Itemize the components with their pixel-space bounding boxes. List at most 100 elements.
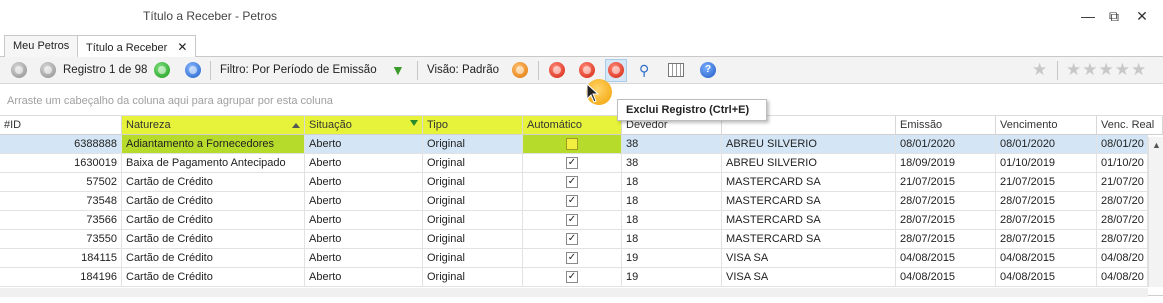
cell-natureza[interactable]: Cartão de Crédito	[122, 211, 305, 230]
checkbox[interactable]	[566, 138, 578, 150]
table-row[interactable]: 73550 Cartão de Crédito Aberto Original ✓ 18 M…	[0, 230, 1163, 249]
cell-automatico[interactable]	[523, 135, 622, 154]
close-window-button[interactable]: ✕	[1132, 6, 1152, 26]
cell-situacao[interactable]: Aberto	[305, 268, 423, 287]
column-header-tipo[interactable]: Tipo	[423, 116, 523, 135]
next-record-icon[interactable]	[154, 62, 170, 78]
cell-automatico[interactable]: ✓	[523, 154, 622, 173]
cell-emissao[interactable]: 18/09/2019	[896, 154, 996, 173]
cell-automatico[interactable]: ✓	[523, 211, 622, 230]
cell-automatico[interactable]: ✓	[523, 173, 622, 192]
column-header-automatico[interactable]: Automático	[523, 116, 622, 135]
cell-venc-real[interactable]: 08/01/20	[1097, 135, 1148, 154]
cell-tipo[interactable]: Original	[423, 230, 523, 249]
table-row[interactable]: 57502 Cartão de Crédito Aberto Original ✓ 18 M…	[0, 173, 1163, 192]
edit-record-icon[interactable]	[579, 62, 595, 78]
cell-vencimento[interactable]: 04/08/2015	[996, 268, 1097, 287]
cell-devedor-nome[interactable]: MASTERCARD SA	[722, 230, 896, 249]
checkbox[interactable]: ✓	[566, 176, 578, 188]
cell-automatico[interactable]: ✓	[523, 268, 622, 287]
cell-natureza[interactable]: Cartão de Crédito	[122, 192, 305, 211]
rating-stars[interactable]: ★★★★★	[1066, 60, 1147, 80]
column-header-venc-real[interactable]: Venc. Real	[1097, 116, 1163, 135]
cell-venc-real[interactable]: 28/07/20	[1097, 211, 1148, 230]
cell-situacao[interactable]: Aberto	[305, 211, 423, 230]
cell-venc-real[interactable]: 01/10/20	[1097, 154, 1148, 173]
cell-devedor-nome[interactable]: ABREU SILVERIO	[722, 154, 896, 173]
cell-devedor[interactable]: 19	[622, 268, 722, 287]
cell-situacao[interactable]: Aberto	[305, 154, 423, 173]
cell-venc-real[interactable]: 04/08/20	[1097, 268, 1148, 287]
cell-natureza[interactable]: Baixa de Pagamento Antecipado	[122, 154, 305, 173]
columns-icon[interactable]	[668, 63, 684, 77]
column-header-vencimento[interactable]: Vencimento	[996, 116, 1097, 135]
cell-tipo[interactable]: Original	[423, 211, 523, 230]
cell-tipo[interactable]: Original	[423, 249, 523, 268]
cell-devedor[interactable]: 38	[622, 135, 722, 154]
cell-venc-real[interactable]: 28/07/20	[1097, 192, 1148, 211]
cell-venc-real[interactable]: 21/07/20	[1097, 173, 1148, 192]
table-row[interactable]: 1630019 Baixa de Pagamento Antecipado Aber…	[0, 154, 1163, 173]
cell-vencimento[interactable]: 28/07/2015	[996, 211, 1097, 230]
table-row[interactable]: 73566 Cartão de Crédito Aberto Original ✓ 18 M…	[0, 211, 1163, 230]
cell-devedor-nome[interactable]: MASTERCARD SA	[722, 211, 896, 230]
cell-venc-real[interactable]: 04/08/20	[1097, 249, 1148, 268]
cell-id[interactable]: 1630019	[0, 154, 122, 173]
filter-label[interactable]: Filtro: Por Período de Emissão	[220, 61, 377, 80]
cell-natureza[interactable]: Cartão de Crédito	[122, 173, 305, 192]
cell-tipo[interactable]: Original	[423, 173, 523, 192]
cell-vencimento[interactable]: 08/01/2020	[996, 135, 1097, 154]
minimize-button[interactable]: —	[1078, 6, 1098, 26]
cell-devedor-nome[interactable]: VISA SA	[722, 249, 896, 268]
first-record-icon[interactable]	[11, 62, 27, 78]
checkbox[interactable]: ✓	[566, 195, 578, 207]
cell-devedor[interactable]: 38	[622, 154, 722, 173]
cell-emissao[interactable]: 04/08/2015	[896, 268, 996, 287]
cell-devedor[interactable]: 18	[622, 173, 722, 192]
cell-emissao[interactable]: 21/07/2015	[896, 173, 996, 192]
cell-devedor[interactable]: 18	[622, 211, 722, 230]
cell-id[interactable]: 73566	[0, 211, 122, 230]
cell-situacao[interactable]: Aberto	[305, 230, 423, 249]
cell-emissao[interactable]: 28/07/2015	[896, 211, 996, 230]
cell-id[interactable]: 73550	[0, 230, 122, 249]
scroll-up-icon[interactable]: ▲	[1152, 140, 1161, 150]
cell-id[interactable]: 184196	[0, 268, 122, 287]
cell-vencimento[interactable]: 01/10/2019	[996, 154, 1097, 173]
column-filter-icon[interactable]	[410, 120, 418, 126]
column-header-natureza[interactable]: Natureza	[122, 116, 305, 135]
tab-close-icon[interactable]: ✕	[177, 40, 187, 54]
cell-devedor-nome[interactable]: VISA SA	[722, 268, 896, 287]
cell-tipo[interactable]: Original	[423, 154, 523, 173]
horizontal-scrollbar[interactable]	[0, 288, 1148, 297]
cell-id[interactable]: 184115	[0, 249, 122, 268]
cell-vencimento[interactable]: 28/07/2015	[996, 192, 1097, 211]
cell-automatico[interactable]: ✓	[523, 249, 622, 268]
favorite-star-icon[interactable]: ★	[1032, 60, 1048, 80]
table-row[interactable]: 184196 Cartão de Crédito Aberto Original ✓ 19…	[0, 268, 1163, 287]
cell-natureza[interactable]: Cartão de Crédito	[122, 249, 305, 268]
add-record-icon[interactable]	[549, 62, 565, 78]
cell-situacao[interactable]: Aberto	[305, 192, 423, 211]
cell-tipo[interactable]: Original	[423, 135, 523, 154]
view-label[interactable]: Visão: Padrão	[427, 61, 499, 80]
checkbox[interactable]: ✓	[566, 214, 578, 226]
previous-record-icon[interactable]	[40, 62, 56, 78]
restore-button[interactable]: ⧉	[1104, 6, 1124, 26]
cell-vencimento[interactable]: 21/07/2015	[996, 173, 1097, 192]
cell-natureza[interactable]: Cartão de Crédito	[122, 230, 305, 249]
checkbox[interactable]: ✓	[566, 157, 578, 169]
checkbox[interactable]: ✓	[566, 252, 578, 264]
cell-devedor[interactable]: 18	[622, 192, 722, 211]
help-icon[interactable]: ?	[700, 62, 716, 78]
cell-devedor[interactable]: 19	[622, 249, 722, 268]
column-header-emissao[interactable]: Emissão	[896, 116, 996, 135]
column-header-situacao[interactable]: Situação	[305, 116, 423, 135]
cell-automatico[interactable]: ✓	[523, 192, 622, 211]
tab-titulo-a-receber[interactable]: Título a Receber ✕	[77, 35, 197, 58]
table-row[interactable]: 6388888 Adiantamento a Fornecedores Aberto…	[0, 135, 1163, 154]
cell-tipo[interactable]: Original	[423, 268, 523, 287]
cell-emissao[interactable]: 08/01/2020	[896, 135, 996, 154]
cell-id[interactable]: 57502	[0, 173, 122, 192]
cell-situacao[interactable]: Aberto	[305, 249, 423, 268]
